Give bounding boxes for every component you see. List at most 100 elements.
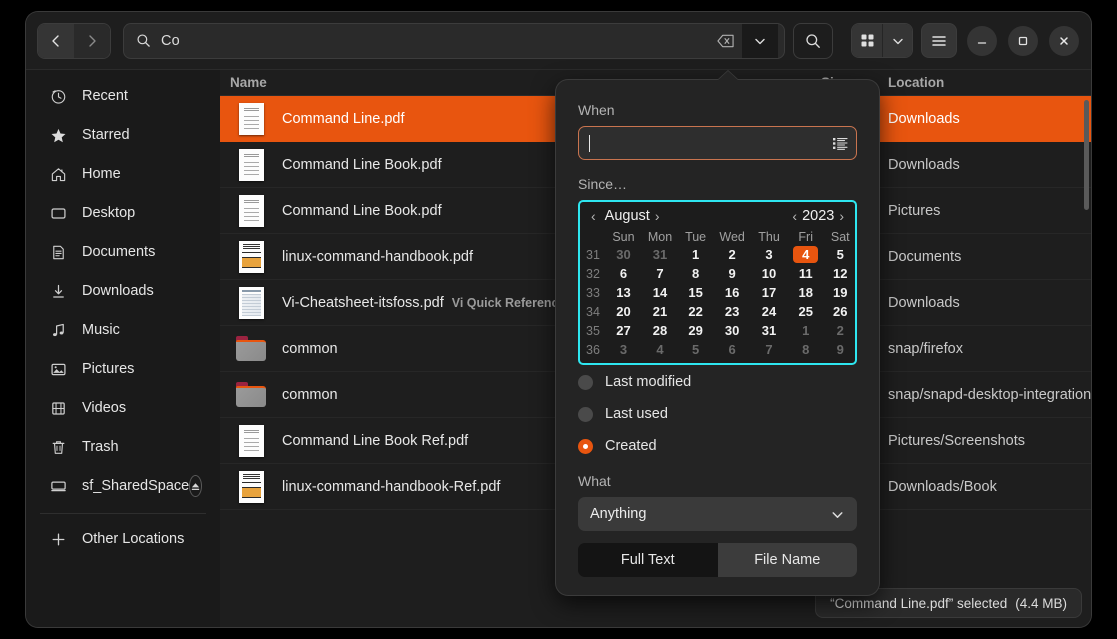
sidebar-item-home[interactable]: Home [32,155,214,193]
maximize-button[interactable] [1008,26,1038,56]
calendar-day[interactable]: 17 [752,283,786,302]
calendar-day[interactable]: 6 [606,264,641,283]
calendar-day[interactable]: 8 [786,340,826,359]
calendar-day[interactable]: 2 [712,245,752,264]
sidebar-item-other-locations[interactable]: Other Locations [32,520,214,558]
calendar-day[interactable]: 9 [712,264,752,283]
window-tools [852,24,1079,57]
sidebar-item-videos[interactable]: Videos [32,389,214,427]
calendar-next-month-button[interactable]: › [650,208,665,224]
calendar-day[interactable]: 23 [712,302,752,321]
folder-icon [236,336,266,361]
sidebar-item-downloads[interactable]: Downloads [32,272,214,310]
radio-last-used[interactable]: Last used [578,399,857,429]
search-options-dropdown-button[interactable] [742,24,778,58]
view-options-dropdown-button[interactable] [882,24,912,57]
calendar-prev-year-button[interactable]: ‹ [787,208,802,224]
what-type-dropdown[interactable]: Anything [578,497,857,531]
calendar-day[interactable]: 11 [786,264,826,283]
radio-last-modified[interactable]: Last modified [578,367,857,397]
clear-entry-icon [717,34,734,48]
sidebar-item-music[interactable]: Music [32,311,214,349]
calendar-day[interactable]: 24 [752,302,786,321]
calendar-day[interactable]: 6 [712,340,752,359]
vertical-scrollbar[interactable] [1084,100,1089,210]
file-name-button[interactable]: File Name [718,543,858,577]
view-mode-group [852,24,912,57]
calendar-day[interactable]: 15 [679,283,712,302]
calendar-day[interactable]: 1 [786,321,826,340]
column-header-location[interactable]: Location [888,75,944,90]
calendar-day[interactable]: 5 [826,245,855,264]
clear-search-button[interactable] [708,24,742,58]
calendar-day[interactable]: 10 [752,264,786,283]
calendar-list-icon[interactable] [832,136,848,151]
radio-label: Created [605,438,657,454]
calendar-day[interactable]: 7 [752,340,786,359]
sidebar-item-desktop[interactable]: Desktop [32,194,214,232]
calendar-day[interactable]: 7 [641,264,679,283]
calendar-day[interactable]: 20 [606,302,641,321]
week-number: 33 [580,283,606,302]
maximize-icon [1017,35,1029,47]
calendar-prev-month-button[interactable]: ‹ [586,208,601,224]
calendar-day[interactable]: 12 [826,264,855,283]
calendar-year-label: 2023 [802,208,834,224]
week-number: 31 [580,245,606,264]
calendar-day[interactable]: 29 [679,321,712,340]
calendar-day[interactable]: 21 [641,302,679,321]
calendar-day[interactable]: 26 [826,302,855,321]
sidebar-item-pictures[interactable]: Pictures [32,350,214,388]
calendar-day[interactable]: 25 [786,302,826,321]
sidebar-item-sf-sharedspace[interactable]: sf_SharedSpace [32,467,214,505]
close-button[interactable] [1049,26,1079,56]
calendar-day[interactable]: 8 [679,264,712,283]
minimize-button[interactable] [967,26,997,56]
calendar-day[interactable]: 19 [826,283,855,302]
column-header-name[interactable]: Name [230,75,267,90]
search-icon [136,33,151,48]
calendar-day[interactable]: 3 [606,340,641,359]
calendar-day[interactable]: 5 [679,340,712,359]
search-options-popover: When Since… ‹ August › ‹ 2023 › [556,80,879,595]
file-location: Downloads [888,295,960,311]
calendar-day[interactable]: 13 [606,283,641,302]
header-bar: Co [26,12,1091,70]
music-note-icon [48,320,68,340]
calendar-day[interactable]: 3 [752,245,786,264]
calendar-day[interactable]: 30 [712,321,752,340]
sidebar-item-recent[interactable]: Recent [32,77,214,115]
eject-button[interactable] [189,475,202,497]
when-date-entry[interactable] [578,126,857,160]
sidebar-item-documents[interactable]: Documents [32,233,214,271]
calendar-day[interactable]: 31 [752,321,786,340]
calendar-day[interactable]: 2 [826,321,855,340]
calendar-day[interactable]: 27 [606,321,641,340]
grid-view-button[interactable] [852,24,882,57]
calendar-day[interactable]: 18 [786,283,826,302]
sidebar-item-trash[interactable]: Trash [32,428,214,466]
calendar-day-selected[interactable]: 4 [786,245,826,264]
calendar-day[interactable]: 22 [679,302,712,321]
back-button[interactable] [38,24,74,58]
search-bar[interactable]: Co [124,24,784,58]
status-selection-size: (4.4 MB) [1015,596,1067,611]
calendar-day[interactable]: 28 [641,321,679,340]
chevron-right-icon [85,34,99,48]
calendar-next-year-button[interactable]: › [834,208,849,224]
calendar-day[interactable]: 4 [641,340,679,359]
calendar-day[interactable]: 1 [679,245,712,264]
sidebar-item-starred[interactable]: Starred [32,116,214,154]
forward-button[interactable] [74,24,110,58]
main-menu-button[interactable] [922,24,956,57]
calendar-day[interactable]: 30 [606,245,641,264]
search-input[interactable]: Co [161,33,708,49]
calendar-day[interactable]: 16 [712,283,752,302]
radio-created[interactable]: Created [578,431,857,461]
search-toggle-button[interactable] [794,24,832,58]
calendar-day[interactable]: 14 [641,283,679,302]
full-text-button[interactable]: Full Text [578,543,718,577]
calendar-day[interactable]: 31 [641,245,679,264]
sidebar-item-label: Recent [82,88,128,104]
calendar-day[interactable]: 9 [826,340,855,359]
